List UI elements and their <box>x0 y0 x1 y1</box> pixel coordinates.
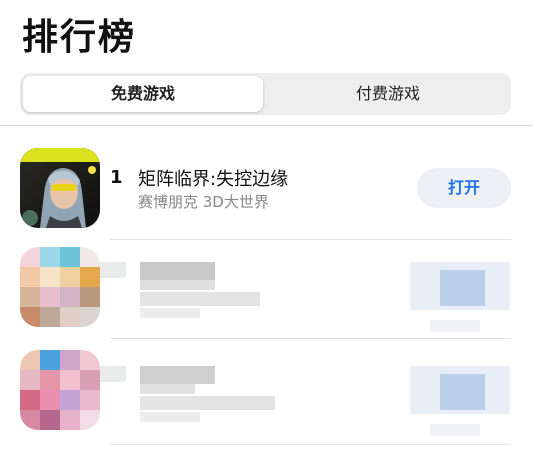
app-name[interactable]: 矩阵临界:失控边缘 <box>138 165 288 191</box>
app-icon-blurred[interactable] <box>20 350 100 430</box>
app-icon[interactable] <box>20 148 100 228</box>
tab-paid-games[interactable]: 付费游戏 <box>268 76 508 112</box>
app-rank: 1 <box>110 167 123 188</box>
blurred-app-name <box>140 262 215 280</box>
row-divider <box>110 338 511 339</box>
blurred-app-subtitle <box>140 396 275 410</box>
open-button[interactable]: 打开 <box>417 168 511 208</box>
game-character-icon <box>20 148 100 228</box>
blurred-rank <box>100 262 126 278</box>
page-title: 排行榜 <box>22 17 137 58</box>
segmented-control: 免费游戏 付费游戏 <box>20 73 511 115</box>
app-icon-blurred[interactable] <box>20 247 100 327</box>
app-subtitle: 赛博朋克 3D大世界 <box>138 193 269 211</box>
blurred-app-subtitle <box>140 292 260 306</box>
tab-free-games[interactable]: 免费游戏 <box>23 76 263 112</box>
row-divider <box>110 444 511 445</box>
row-divider <box>110 239 511 240</box>
blurred-app-name <box>140 366 215 384</box>
header-divider <box>0 125 533 126</box>
blurred-rank <box>100 366 126 382</box>
